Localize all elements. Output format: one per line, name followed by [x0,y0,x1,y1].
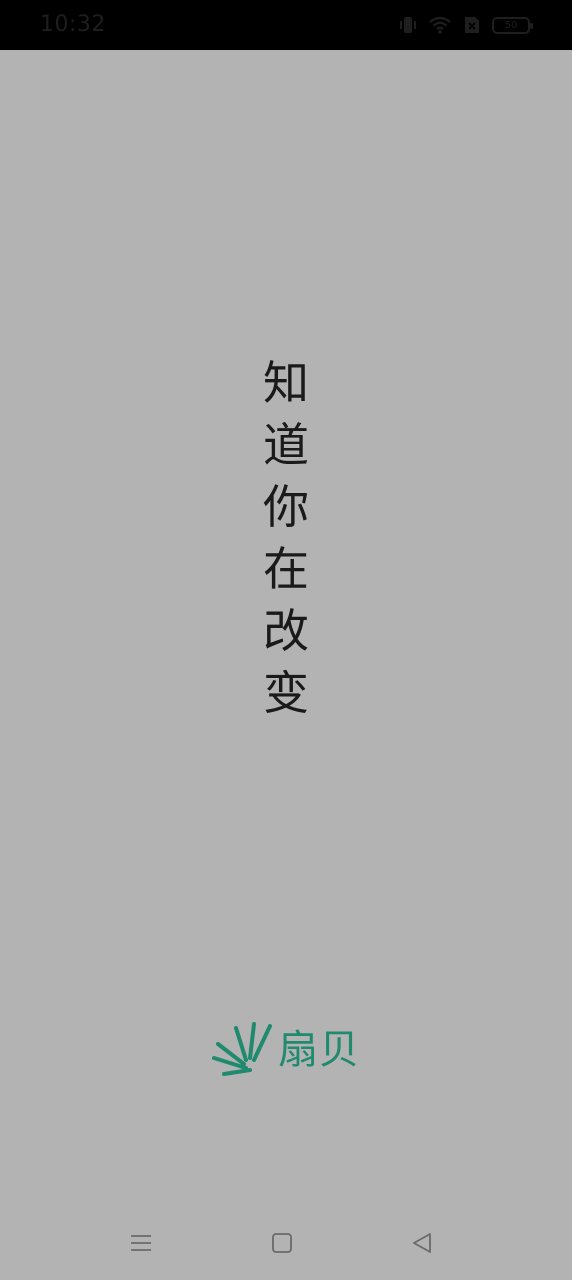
slogan-char: 变 [263,666,309,720]
slogan-char: 在 [263,542,309,596]
back-icon [411,1232,433,1258]
menu-icon [130,1232,152,1258]
slogan-char: 道 [263,418,309,472]
home-button[interactable] [262,1230,302,1260]
status-time: 10:32 [40,12,106,37]
slogan-char: 你 [263,480,309,534]
shanbay-fan-logo-icon [210,1018,274,1082]
brand-logo: 扇贝 [210,1018,360,1082]
brand-name: 扇贝 [278,1027,360,1073]
slogan-char: 知 [263,356,309,410]
status-icons: 50 [398,14,533,36]
slogan: 知 道 你 在 改 变 [236,352,336,724]
back-button[interactable] [402,1230,442,1260]
vibrate-icon [398,15,418,35]
navigation-bar [0,1210,572,1280]
wifi-icon [428,15,452,35]
status-bar: 10:32 50 [0,0,572,50]
menu-button[interactable] [121,1230,161,1260]
slogan-char: 改 [263,604,309,658]
no-sim-icon [462,15,482,35]
battery-level: 50 [504,19,518,31]
home-icon [271,1232,293,1258]
splash-screen: 10:32 50 知 道 你 在 改 变 扇贝 [0,0,572,1280]
battery-icon: 50 [492,16,533,34]
